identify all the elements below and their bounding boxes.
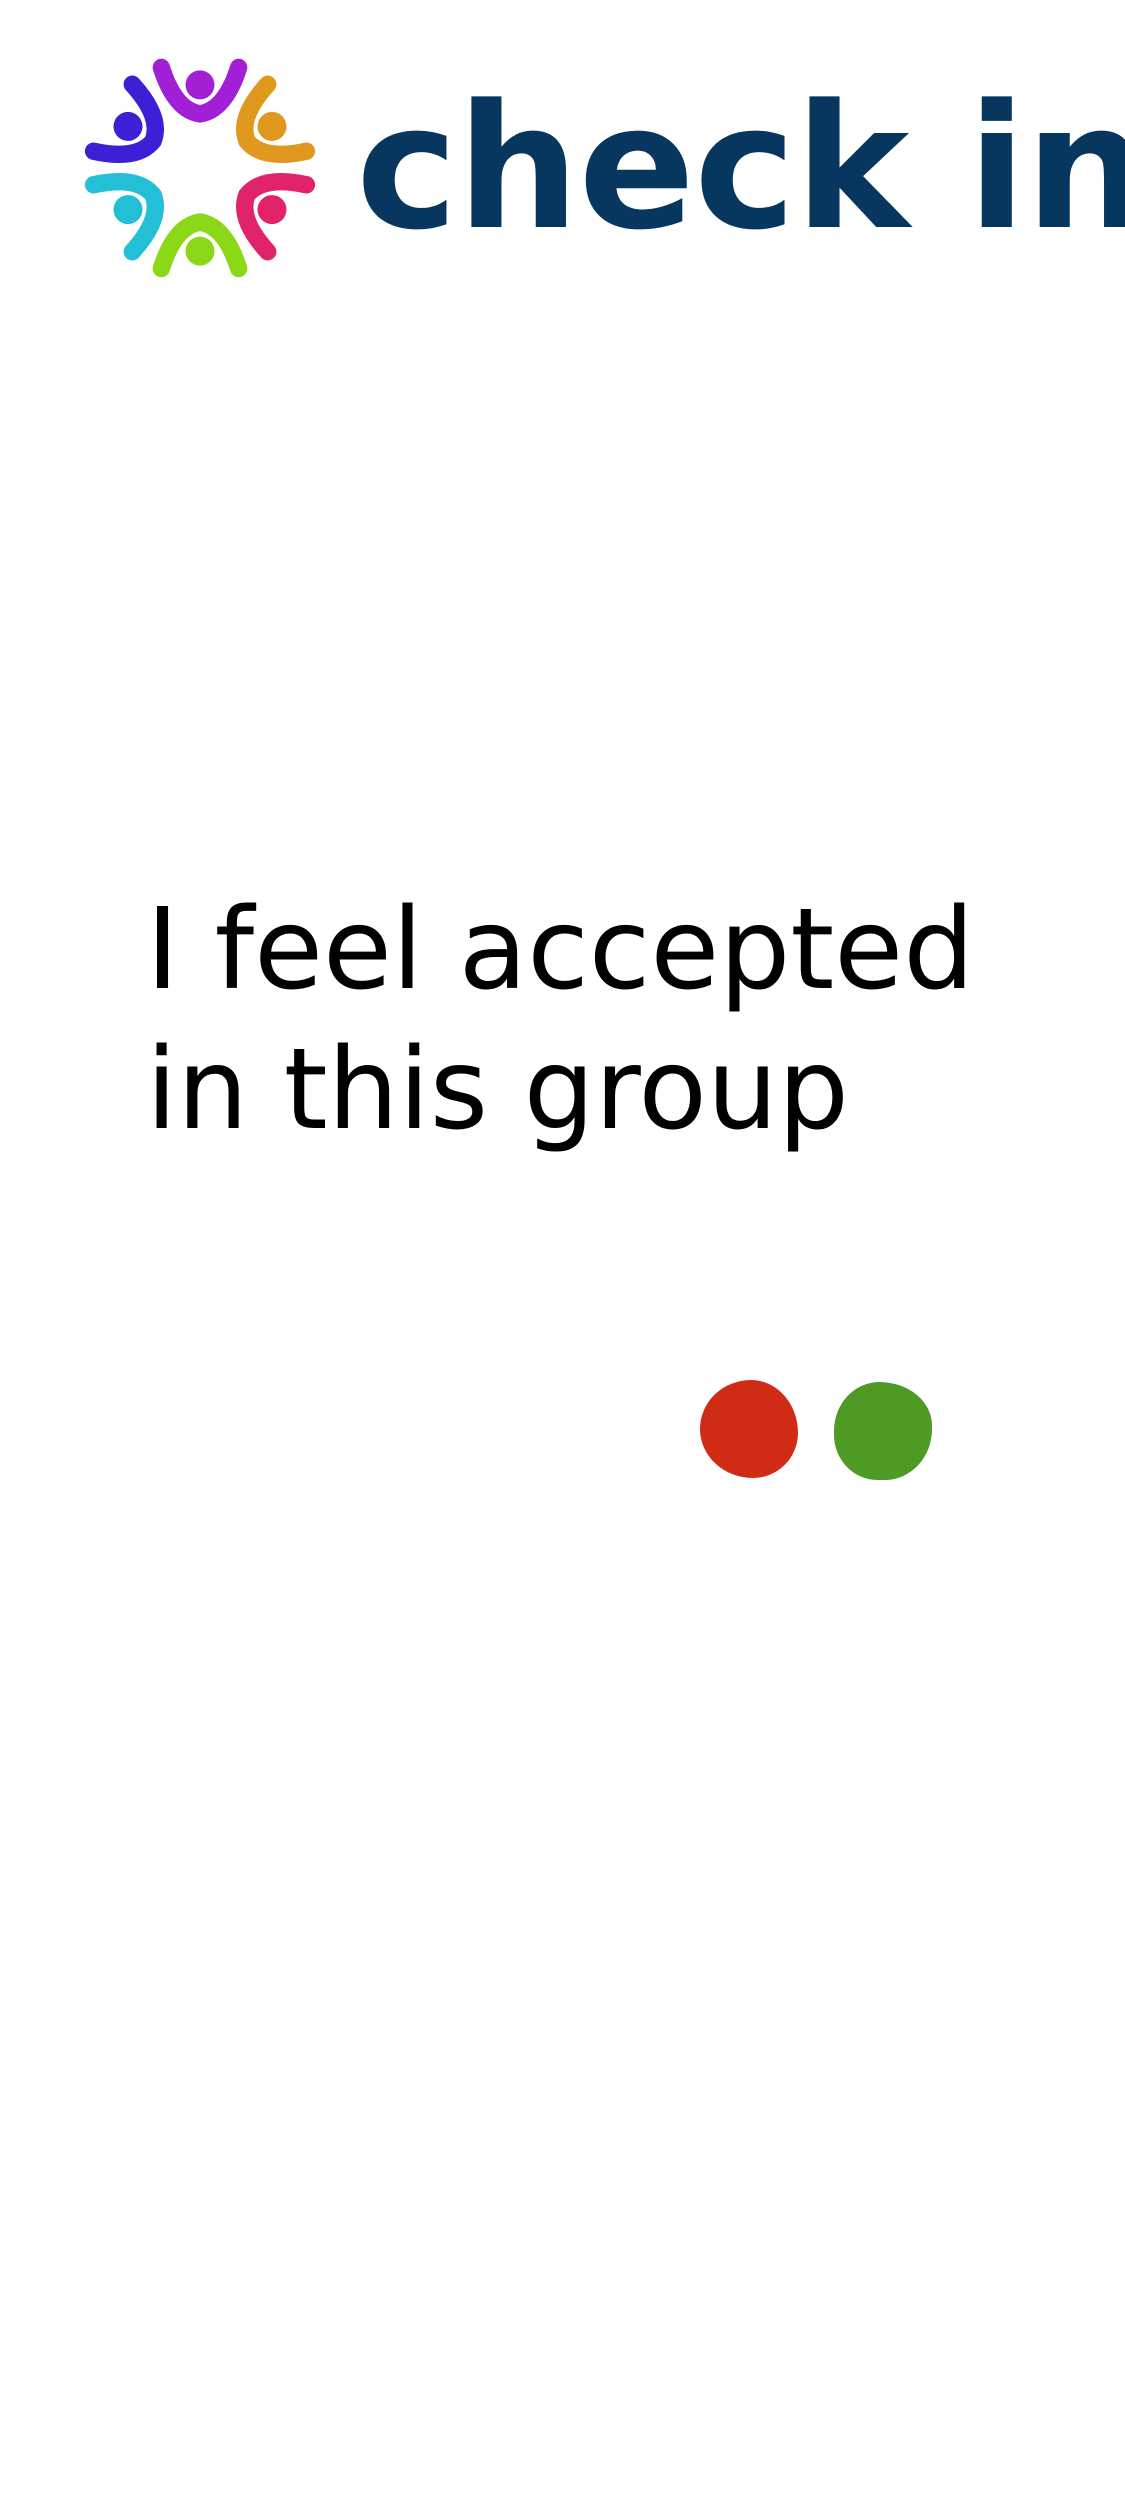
logo-figure	[152, 213, 248, 278]
question-line-2: in this group	[146, 1025, 849, 1155]
people-circle-logo-icon	[84, 58, 316, 278]
green-answer-dot[interactable]	[834, 1382, 932, 1480]
red-answer-dot[interactable]	[700, 1380, 798, 1478]
logo-figure	[84, 75, 164, 164]
logo-figure	[236, 75, 316, 164]
app-title: check in	[356, 67, 1125, 268]
check-in-question: I feel accepted in this group	[146, 880, 1046, 1160]
logo-figure	[152, 58, 248, 123]
question-line-1: I feel accepted	[146, 885, 975, 1015]
header: check in	[78, 52, 1125, 284]
logo-figure	[84, 172, 164, 261]
logo-figure	[236, 172, 316, 261]
